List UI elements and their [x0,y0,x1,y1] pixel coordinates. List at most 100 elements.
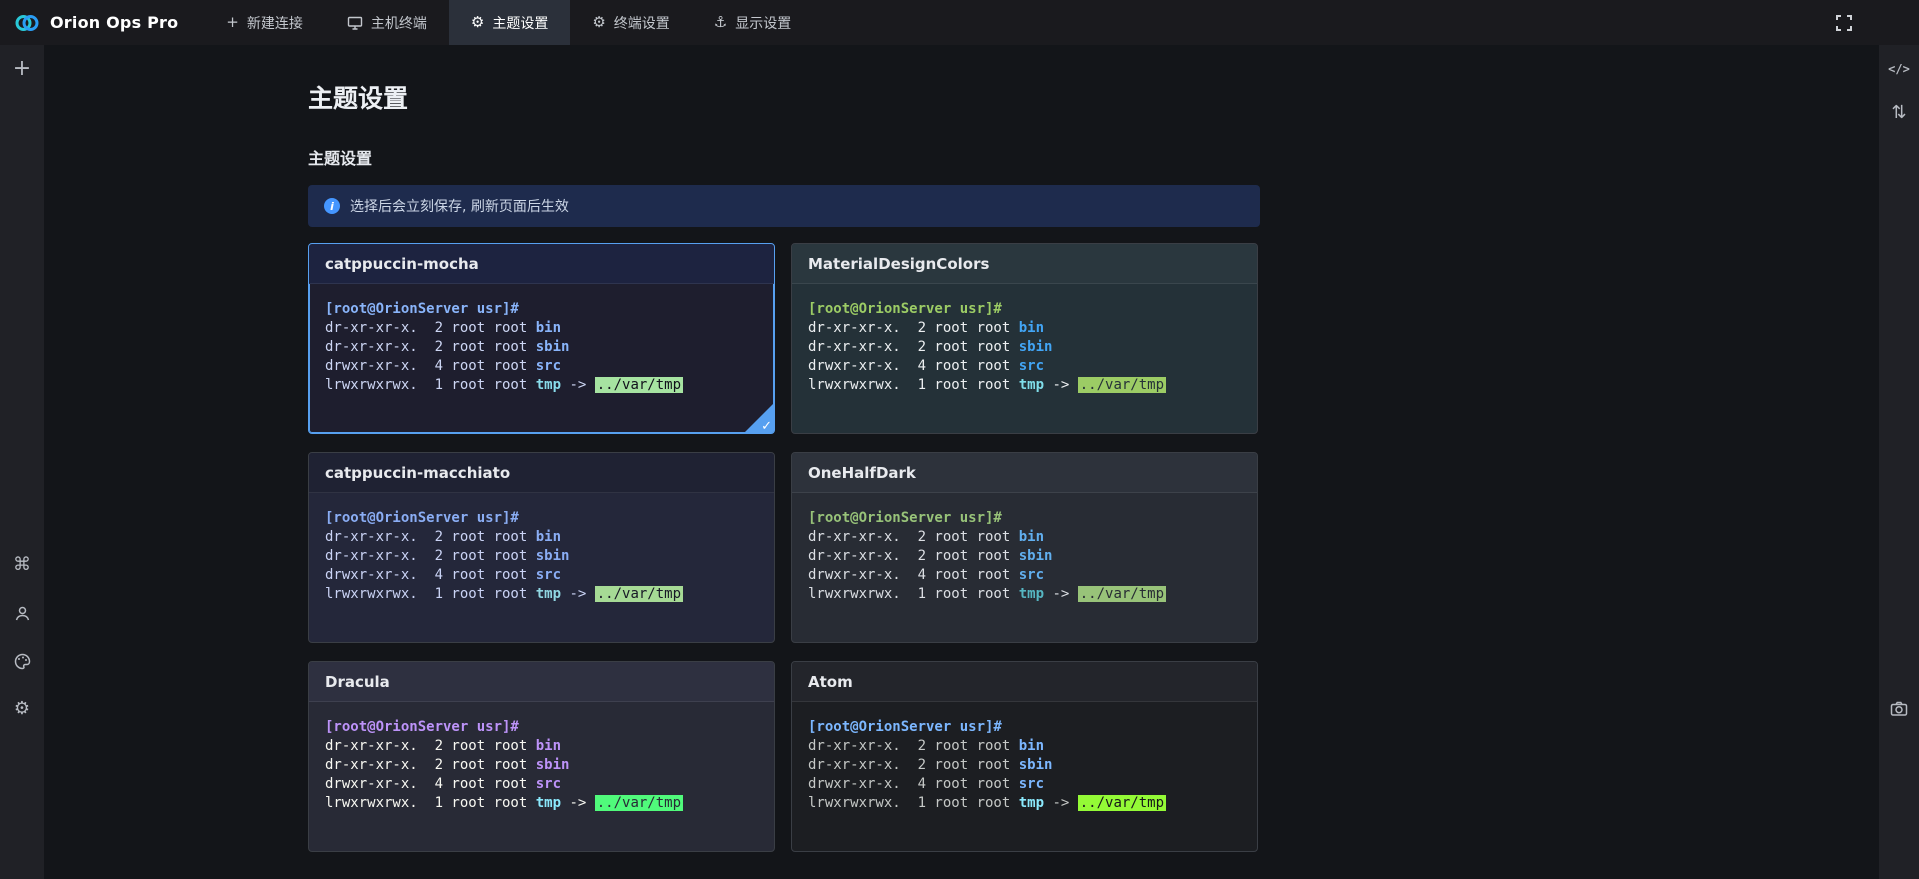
nav-label: 主机终端 [371,13,427,33]
alert-text: 选择后会立刻保存, 刷新页面后生效 [350,196,569,216]
main-nav: + 新建连接 主机终端 ⚙ 主题设置 ⚙ 终端设置 ⚓ 显示设置 [204,0,813,45]
theme-name: catppuccin-macchiato [325,464,510,482]
dir-name: bin [1019,738,1044,754]
arrow-text: -> [1044,795,1078,811]
line-text: dr-xr-xr-x. 2 root root [808,757,1019,773]
nav-host-terminal[interactable]: 主机终端 [325,0,449,45]
dir-name: src [1019,358,1044,374]
theme-card-catppuccin-mocha[interactable]: catppuccin-mocha [root@OrionServer usr]#… [308,243,775,434]
theme-card-onehalfdark[interactable]: OneHalfDark [root@OrionServer usr]# dr-x… [791,452,1258,643]
theme-card-header: catppuccin-mocha [309,244,774,284]
terminal-preview: [root@OrionServer usr]# dr-xr-xr-x. 2 ro… [792,284,1257,433]
symlink-target: ../var/tmp [595,795,683,811]
terminal-line: drwxr-xr-x. 4 root root src [808,566,1241,585]
terminal-line: drwxr-xr-x. 4 root root src [325,775,758,794]
dir-name: sbin [1019,339,1053,355]
dir-name: sbin [1019,548,1053,564]
line-text: dr-xr-xr-x. 2 root root [808,339,1019,355]
line-text: drwxr-xr-x. 4 root root [325,567,536,583]
nav-new-connection[interactable]: + 新建连接 [204,0,325,45]
anchor-icon: ⚓ [714,15,727,30]
theme-name: OneHalfDark [808,464,916,482]
terminal-line: dr-xr-xr-x. 2 root root sbin [325,756,758,775]
plus-icon: + [226,15,239,30]
line-text: dr-xr-xr-x. 2 root root [325,320,536,336]
dir-name: sbin [536,339,570,355]
terminal-preview: [root@OrionServer usr]# dr-xr-xr-x. 2 ro… [309,284,774,433]
terminal-line: drwxr-xr-x. 4 root root src [325,357,758,376]
arrow-text: -> [561,795,595,811]
line-text: dr-xr-xr-x. 2 root root [325,339,536,355]
theme-card-dracula[interactable]: Dracula [root@OrionServer usr]# dr-xr-xr… [308,661,775,852]
camera-icon[interactable] [1887,697,1911,721]
line-text: drwxr-xr-x. 4 root root [808,358,1019,374]
terminal-line: lrwxrwxrwx. 1 root root tmp -> ../var/tm… [808,585,1241,604]
fullscreen-icon[interactable] [1824,0,1864,45]
terminal-line: lrwxrwxrwx. 1 root root tmp -> ../var/tm… [325,794,758,813]
terminal-line: drwxr-xr-x. 4 root root src [808,775,1241,794]
theme-name: Dracula [325,673,390,691]
command-icon[interactable]: ⌘ [10,553,34,577]
dir-name: src [536,358,561,374]
line-text: lrwxrwxrwx. 1 root root [808,586,1019,602]
dir-name: sbin [536,548,570,564]
nav-display-settings[interactable]: ⚓ 显示设置 [692,0,813,45]
terminal-prompt: [root@OrionServer usr]# [325,718,758,737]
symlink-target: ../var/tmp [1078,377,1166,393]
top-navbar: Orion Ops Pro + 新建连接 主机终端 ⚙ 主题设置 ⚙ 终端设置 … [0,0,1919,45]
app-title: Orion Ops Pro [50,13,178,32]
info-icon: i [324,198,340,214]
symlink-target: ../var/tmp [595,377,683,393]
theme-palette-icon[interactable] [10,649,34,673]
dir-name: bin [536,738,561,754]
left-rail-bottom: ⌘ ⚙ [10,553,34,721]
symlink-name: tmp [1019,586,1044,602]
symlink-target: ../var/tmp [595,586,683,602]
nav-label: 显示设置 [735,13,791,33]
terminal-line: drwxr-xr-x. 4 root root src [808,357,1241,376]
line-text: drwxr-xr-x. 4 root root [808,567,1019,583]
dir-name: src [1019,776,1044,792]
theme-name: Atom [808,673,853,691]
nav-label: 新建连接 [247,13,303,33]
line-text: dr-xr-xr-x. 2 root root [808,738,1019,754]
terminal-line: dr-xr-xr-x. 2 root root bin [325,737,758,756]
theme-card-header: catppuccin-macchiato [309,453,774,493]
terminal-preview: [root@OrionServer usr]# dr-xr-xr-x. 2 ro… [792,702,1257,851]
terminal-line: dr-xr-xr-x. 2 root root sbin [325,338,758,357]
terminal-line: dr-xr-xr-x. 2 root root bin [808,319,1241,338]
theme-card-atom[interactable]: Atom [root@OrionServer usr]# dr-xr-xr-x.… [791,661,1258,852]
symlink-target: ../var/tmp [1078,795,1166,811]
symlink-name: tmp [536,377,561,393]
sort-arrows-icon[interactable]: ⇅ [1887,101,1911,125]
terminal-prompt: [root@OrionServer usr]# [808,300,1241,319]
terminal-line: lrwxrwxrwx. 1 root root tmp -> ../var/tm… [325,585,758,604]
terminal-prompt: [root@OrionServer usr]# [808,509,1241,528]
theme-card-catppuccin-macchiato[interactable]: catppuccin-macchiato [root@OrionServer u… [308,452,775,643]
symlink-name: tmp [536,586,561,602]
symlink-name: tmp [536,795,561,811]
symlink-name: tmp [1019,377,1044,393]
right-rail-top: </> ⇅ [1887,45,1911,125]
line-text: lrwxrwxrwx. 1 root root [808,377,1019,393]
terminal-preview: [root@OrionServer usr]# dr-xr-xr-x. 2 ro… [309,702,774,851]
gear-icon[interactable]: ⚙ [10,697,34,721]
theme-card-materialdesigncolors[interactable]: MaterialDesignColors [root@OrionServer u… [791,243,1258,434]
right-rail-bottom [1887,697,1911,721]
line-text: dr-xr-xr-x. 2 root root [808,320,1019,336]
nav-theme-settings[interactable]: ⚙ 主题设置 [449,0,570,45]
monitor-icon [347,15,363,31]
line-text: drwxr-xr-x. 4 root root [325,776,536,792]
code-icon[interactable]: </> [1887,57,1911,81]
nav-terminal-settings[interactable]: ⚙ 终端设置 [570,0,691,45]
terminal-prompt: [root@OrionServer usr]# [808,718,1241,737]
user-icon[interactable] [10,601,34,625]
theme-card-header: OneHalfDark [792,453,1257,493]
content-container: 主题设置 主题设置 i 选择后会立刻保存, 刷新页面后生效 catppuccin… [308,45,1260,852]
terminal-prompt: [root@OrionServer usr]# [325,509,758,528]
dir-name: src [536,776,561,792]
page-title: 主题设置 [308,79,1260,115]
new-tab-icon[interactable]: + [10,57,34,81]
line-text: drwxr-xr-x. 4 root root [325,358,536,374]
line-text: dr-xr-xr-x. 2 root root [808,529,1019,545]
